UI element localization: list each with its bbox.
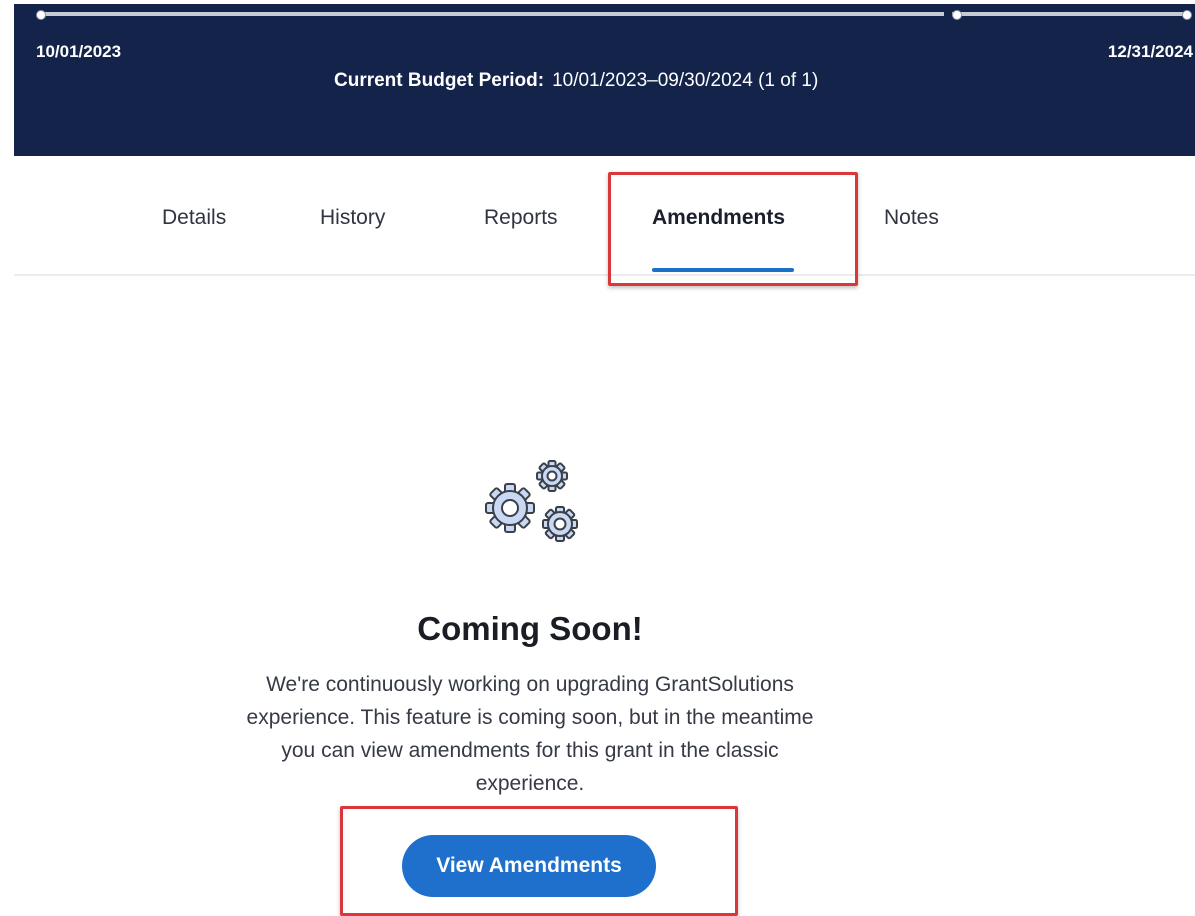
- timeline-start-dot: [36, 10, 46, 20]
- tab-notes[interactable]: Notes: [884, 206, 939, 230]
- budget-period-header: 10/01/2023 12/31/2024 Current Budget Per…: [14, 4, 1195, 156]
- tab-history[interactable]: History: [320, 206, 385, 230]
- timeline-end-date: 12/31/2024: [1107, 42, 1193, 61]
- timeline-current-dot: [952, 10, 962, 20]
- grant-tabs: Details History Reports Amendments Notes: [14, 156, 1195, 276]
- active-tab-indicator: [652, 268, 794, 272]
- coming-soon-message: We're continuously working on upgrading …: [246, 673, 814, 795]
- view-amendments-button[interactable]: View Amendments: [402, 835, 656, 897]
- budget-period-value: 10/01/2023–09/30/2024 (1 of 1): [552, 70, 819, 91]
- coming-soon-title: Coming Soon!: [417, 610, 643, 647]
- tab-amendments[interactable]: Amendments: [652, 206, 785, 230]
- tab-reports[interactable]: Reports: [484, 206, 558, 230]
- gears-icon: [485, 460, 578, 542]
- timeline-start-date: 10/01/2023: [36, 42, 122, 61]
- timeline-end-dot: [1182, 10, 1192, 20]
- budget-timeline: [38, 12, 1188, 16]
- timeline-divider: [944, 11, 952, 17]
- tab-details[interactable]: Details: [162, 206, 226, 230]
- current-budget-period: Current Budget Period: 10/01/2023–09/30/2…: [334, 70, 818, 92]
- budget-period-label: Current Budget Period:: [334, 70, 545, 91]
